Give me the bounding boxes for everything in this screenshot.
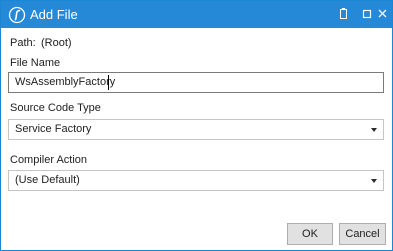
file-name-input[interactable]: WsAssemblyFactory [8,72,384,93]
file-name-label: File Name [10,57,61,69]
title-bar[interactable]: Add File [1,1,392,28]
ok-button[interactable]: OK [287,223,333,245]
compiler-action-value: (Use Default) [15,174,80,186]
file-name-value: WsAssemblyFactory [15,76,116,88]
source-code-type-label: Source Code Type [10,102,101,114]
path-value: (Root) [41,37,72,49]
source-code-type-select[interactable]: Service Factory [8,119,384,140]
dialog-title: Add File [30,7,78,22]
compiler-action-select[interactable]: (Use Default) [8,170,384,191]
chevron-down-icon [371,179,377,183]
chevron-down-icon [371,128,377,132]
dark-studio-icon [8,6,26,24]
add-file-dialog: Add File Path: (Root) File Name WsAssemb… [0,0,393,251]
cancel-button[interactable]: Cancel [339,223,386,245]
source-code-type-value: Service Factory [15,123,92,135]
path-label: Path: [10,37,36,49]
compiler-action-label: Compiler Action [10,154,88,166]
close-icon[interactable] [374,5,392,23]
restore-icon[interactable] [335,5,353,23]
text-caret [108,75,109,90]
